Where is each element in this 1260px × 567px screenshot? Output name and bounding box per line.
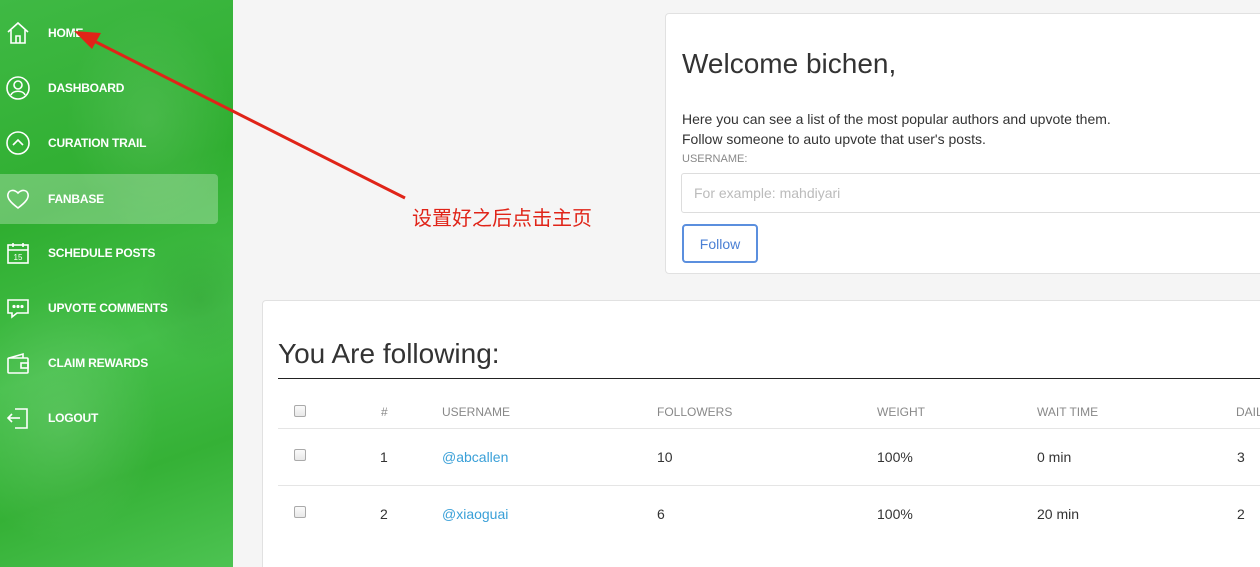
sidebar-item-label: FANBASE (48, 192, 104, 206)
logout-icon (5, 405, 31, 431)
username-label: USERNAME: (682, 153, 748, 165)
sidebar-item-label: DASHBOARD (48, 81, 125, 95)
select-all-checkbox[interactable] (294, 405, 306, 417)
svg-text:15: 15 (14, 253, 23, 262)
sidebar-item-label: HOME (48, 26, 84, 40)
user-circle-icon (5, 75, 31, 101)
row-checkbox[interactable] (294, 506, 306, 518)
sidebar-item-logout[interactable]: LOGOUT (0, 393, 218, 443)
sidebar-item-label: LOGOUT (48, 411, 99, 425)
calendar-icon: 15 (5, 240, 31, 266)
row-followers: 10 (657, 449, 673, 465)
sidebar-item-label: UPVOTE COMMENTS (48, 301, 168, 315)
chevron-up-circle-icon (5, 130, 31, 156)
home-icon (5, 20, 31, 46)
sidebar-item-dashboard[interactable]: DASHBOARD (0, 63, 218, 113)
welcome-card: Welcome bichen, Here you can see a list … (665, 13, 1260, 274)
sidebar-item-fanbase[interactable]: FANBASE (0, 174, 218, 224)
sidebar-item-label: CURATION TRAIL (48, 136, 147, 150)
row-followers: 6 (657, 506, 665, 522)
row-weight: 100% (877, 506, 913, 522)
row-number: 1 (380, 449, 388, 465)
header-divider (278, 428, 1260, 429)
title-divider (278, 378, 1260, 379)
annotation-text: 设置好之后点击主页 (412, 206, 592, 230)
row-daily: 3 (1237, 449, 1245, 465)
sidebar-item-curation-trail[interactable]: CURATION TRAIL (0, 118, 218, 168)
row-username-link[interactable]: @xiaoguai (442, 506, 508, 522)
following-card: You Are following: # USERNAME FOLLOWERS … (262, 300, 1260, 567)
welcome-description-1: Here you can see a list of the most popu… (682, 111, 1111, 127)
sidebar-item-upvote-comments[interactable]: UPVOTE COMMENTS (0, 283, 218, 333)
row-number: 2 (380, 506, 388, 522)
welcome-description-2: Follow someone to auto upvote that user'… (682, 131, 986, 147)
column-header-followers[interactable]: FOLLOWERS (657, 405, 732, 419)
following-title: You Are following: (278, 338, 500, 369)
sidebar-item-label: CLAIM REWARDS (48, 356, 149, 370)
welcome-title: Welcome bichen, (682, 48, 897, 79)
column-header-number: # (381, 405, 388, 419)
comment-icon (5, 295, 31, 321)
sidebar-item-label: SCHEDULE POSTS (48, 246, 156, 260)
row-weight: 100% (877, 449, 913, 465)
column-header-weight[interactable]: WEIGHT (877, 405, 925, 419)
row-wait-time: 20 min (1037, 506, 1080, 522)
column-header-username[interactable]: USERNAME (442, 405, 510, 419)
row-username-link[interactable]: @abcallen (442, 449, 508, 465)
column-header-daily[interactable]: DAIL (1236, 405, 1260, 419)
column-header-wait-time[interactable]: WAIT TIME (1037, 405, 1098, 419)
row-daily: 2 (1237, 506, 1245, 522)
heart-icon (5, 186, 31, 212)
username-input[interactable] (681, 173, 1260, 213)
sidebar-item-home[interactable]: HOME (0, 8, 218, 58)
sidebar: HOME DASHBOARD CURATION TRAIL FANBASE 15… (0, 0, 233, 567)
wallet-icon (5, 350, 31, 376)
row-checkbox[interactable] (294, 449, 306, 461)
sidebar-item-claim-rewards[interactable]: CLAIM REWARDS (0, 338, 218, 388)
row-wait-time: 0 min (1037, 449, 1072, 465)
sidebar-item-schedule-posts[interactable]: 15 SCHEDULE POSTS (0, 228, 218, 278)
row-divider (278, 485, 1260, 486)
follow-button[interactable]: Follow (682, 224, 758, 263)
